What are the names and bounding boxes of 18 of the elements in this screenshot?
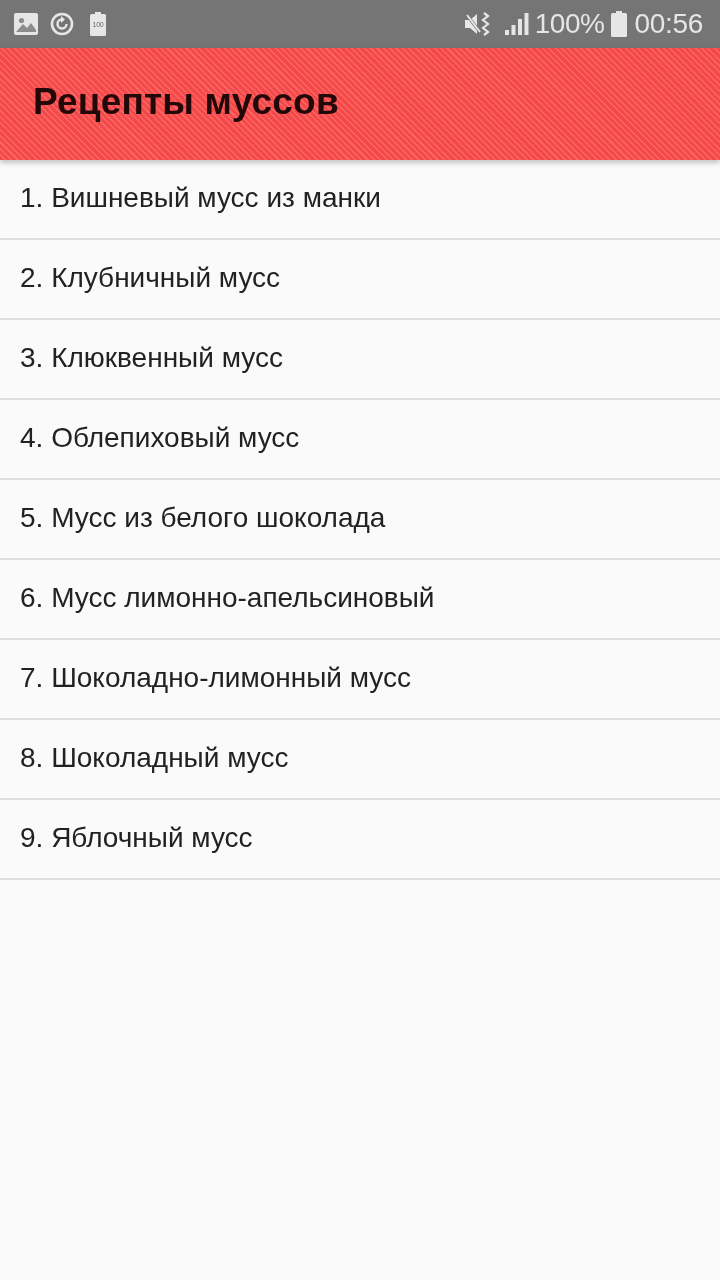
recipe-list-item[interactable]: 6. Мусс лимонно-апельсиновый	[0, 560, 720, 640]
mute-icon	[463, 11, 491, 37]
recipe-list-item[interactable]: 2. Клубничный мусс	[0, 240, 720, 320]
app-title: Рецепты муссов	[33, 81, 339, 123]
recipe-list-item[interactable]: 1. Вишневый мусс из манки	[0, 160, 720, 240]
battery-percent: 100%	[534, 8, 605, 40]
recipe-list-item[interactable]: 5. Мусс из белого шоколада	[0, 480, 720, 560]
signal-icon	[504, 13, 529, 35]
recipe-list-item[interactable]: 3. Клюквенный мусс	[0, 320, 720, 400]
battery-icon	[611, 11, 628, 37]
sync-icon	[50, 12, 74, 36]
recipe-list-item[interactable]: 9. Яблочный мусс	[0, 800, 720, 880]
battery-icon	[90, 12, 106, 36]
image-icon	[14, 13, 38, 35]
recipe-list-item[interactable]: 7. Шоколадно-лимонный мусс	[0, 640, 720, 720]
recipe-list-item[interactable]: 8. Шоколадный мусс	[0, 720, 720, 800]
recipe-list-item[interactable]: 4. Облепиховый мусс	[0, 400, 720, 480]
clock-time: 00:56	[634, 8, 703, 40]
